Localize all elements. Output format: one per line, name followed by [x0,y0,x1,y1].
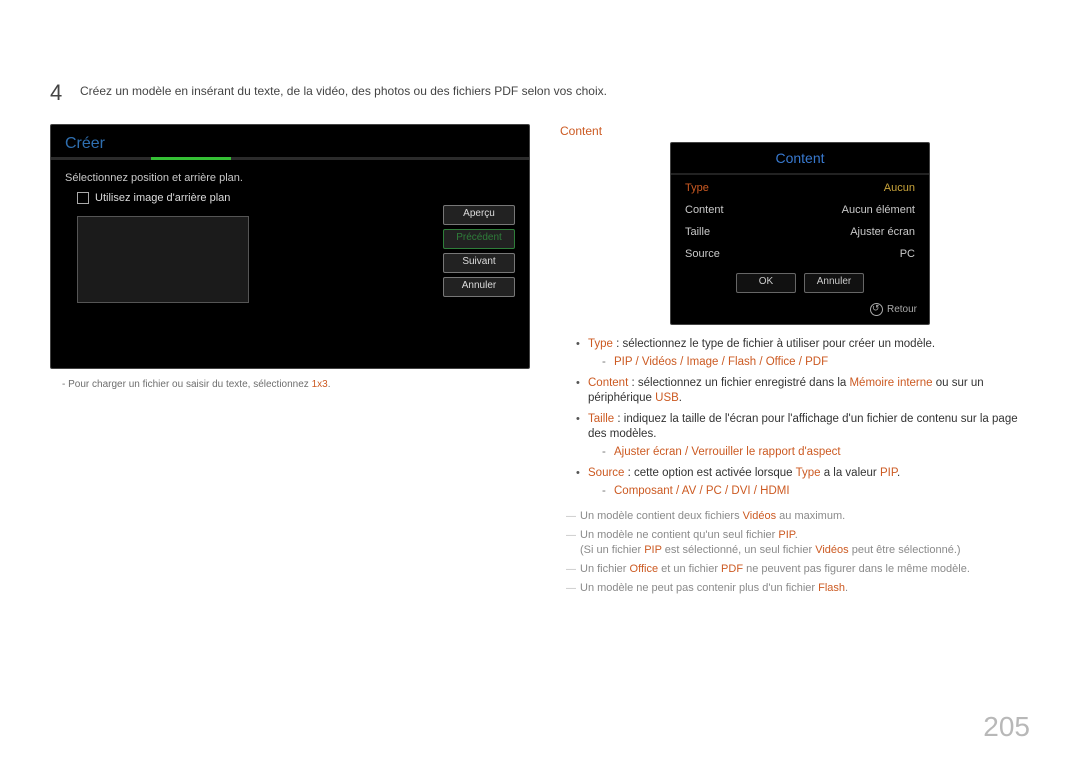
content-row-source[interactable]: SourcePC [671,243,929,265]
next-button[interactable]: Suivant [443,253,515,273]
content-panel-title: Content [671,143,929,175]
note-3: Un fichier Office et un fichier PDF ne p… [566,562,1030,577]
notes-list: Un modèle contient deux fichiers Vidéos … [560,509,1030,596]
cancel-button[interactable]: Annuler [443,277,515,297]
left-caption: - Pour charger un fichier ou saisir du t… [62,379,530,390]
step-row: 4 Créez un modèle en insérant du texte, … [50,80,1030,106]
previous-button[interactable]: Précédent [443,229,515,249]
content-row-content[interactable]: ContentAucun élément [671,199,929,221]
note-4: Un modèle ne peut pas contenir plus d'un… [566,581,1030,596]
checkbox-icon[interactable] [77,192,89,204]
create-instruction: Sélectionnez position et arrière plan. [65,172,515,184]
content-panel: Content TypeAucun ContentAucun élément T… [670,142,930,325]
content-row-size[interactable]: TailleAjuster écran [671,221,929,243]
content-row-type[interactable]: TypeAucun [671,177,929,199]
bullet-source: Source : cette option est activée lorsqu… [576,466,1030,499]
page-number: 205 [983,711,1030,743]
content-label: Content [560,124,1030,138]
bullet-type: Type : sélectionnez le type de fichier à… [576,337,1030,370]
bullet-size: Taille : indiquez la taille de l'écran p… [576,412,1030,460]
bullet-content: Content : sélectionnez un fichier enregi… [576,376,1030,406]
left-column: Créer Sélectionnez position et arrière p… [50,124,530,600]
return-label[interactable]: Retour [887,304,917,315]
ok-button[interactable]: OK [736,273,796,293]
progress-indicator [151,157,231,160]
note-1: Un modèle contient deux fichiers Vidéos … [566,509,1030,524]
bullet-list: Type : sélectionnez le type de fichier à… [560,337,1030,499]
background-checkbox-row[interactable]: Utilisez image d'arrière plan [77,192,515,204]
background-checkbox-label: Utilisez image d'arrière plan [95,192,230,204]
right-column: Content Content TypeAucun ContentAucun é… [560,124,1030,600]
return-icon[interactable] [870,303,883,316]
note-2: Un modèle ne contient qu'un seul fichier… [566,528,1030,558]
annuler-button[interactable]: Annuler [804,273,864,293]
step-text: Créez un modèle en insérant du texte, de… [80,80,607,102]
preview-button[interactable]: Aperçu [443,205,515,225]
page: 4 Créez un modèle en insérant du texte, … [0,0,1080,763]
create-panel-title: Créer [51,125,529,157]
create-panel: Créer Sélectionnez position et arrière p… [50,124,530,369]
step-number: 4 [50,80,74,106]
preview-area [77,216,249,303]
